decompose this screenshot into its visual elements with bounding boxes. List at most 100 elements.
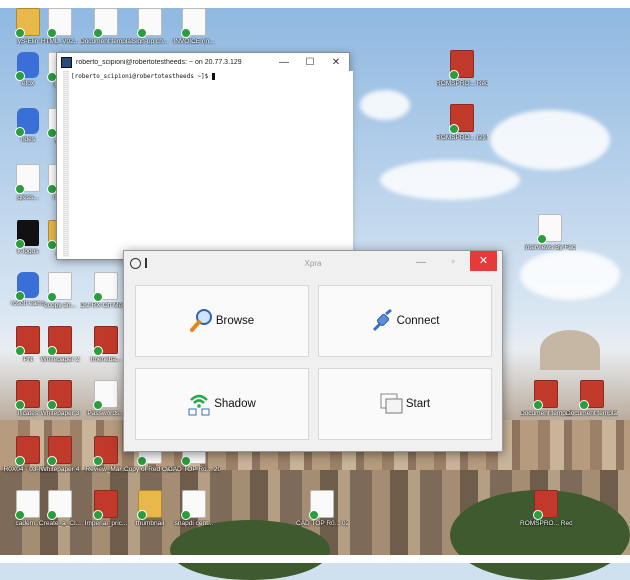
- sync-check-icon: [15, 510, 25, 520]
- sync-check-icon: [93, 28, 103, 38]
- desktop-icon[interactable]: CAD TOP R0... 02-Feb-23...: [296, 490, 348, 527]
- terminal-prompt: [roberto_scipioni@robertotestheeds ~]$: [71, 73, 212, 80]
- wallpaper-cloud: [380, 160, 520, 200]
- browse-button[interactable]: Browse: [135, 285, 309, 357]
- desktop-icon-label: Whitepaper 3: [40, 410, 80, 417]
- sync-check-icon: [15, 400, 25, 410]
- terminal-maximize-button[interactable]: ☐: [297, 57, 323, 68]
- terminal-titlebar[interactable]: roberto_scipioni@robertotestheeds: ~ on …: [57, 53, 349, 71]
- pdf-icon: [449, 104, 474, 134]
- pdf-icon: [93, 490, 118, 520]
- sync-check-icon: [181, 28, 191, 38]
- pdf-icon: [93, 436, 118, 466]
- desktop-icon-label: Interviews By Faculty: [524, 244, 576, 251]
- terminal-minimize-button[interactable]: —: [271, 57, 297, 68]
- terminal-app-icon: [61, 56, 72, 68]
- wallpaper-cloud: [360, 90, 410, 120]
- desktop-icon[interactable]: Whitepaper 2: [34, 326, 86, 363]
- sync-check-icon: [15, 71, 25, 81]
- sync-check-icon: [309, 510, 319, 520]
- desktop-icon[interactable]: Create_a_Cl...: [34, 490, 86, 527]
- xpra-close-button[interactable]: ✕: [470, 251, 497, 271]
- desktop-icon-label: CAD TOP R0... 02-Feb-23...: [296, 520, 348, 527]
- doc-icon: [47, 8, 72, 38]
- pdf-icon: [47, 380, 72, 410]
- desktop-icon[interactable]: ecopy an...: [34, 272, 86, 309]
- sync-check-icon: [47, 456, 57, 466]
- sync-check-icon: [449, 124, 459, 134]
- sync-check-icon: [15, 239, 25, 249]
- desktop-icon-label: CAD TOP Ro... 20-FEB-23...: [168, 466, 220, 473]
- pdf-icon: [449, 50, 474, 80]
- sync-check-icon: [47, 346, 57, 356]
- sync-check-icon: [181, 510, 191, 520]
- bottom-edge: [0, 555, 630, 563]
- terminal-body[interactable]: [roberto_scipioni@robertotestheeds ~]$: [63, 71, 353, 257]
- desktop-icon[interactable]: ROMSPRO... Red Oak M...: [520, 490, 572, 527]
- desktop-icon-label: ROMSPRO... (2) Mer Co...: [436, 134, 488, 141]
- sync-check-icon: [579, 400, 589, 410]
- doc-icon: [47, 272, 72, 302]
- doc-icon: [93, 380, 118, 410]
- sync-check-icon: [93, 456, 103, 466]
- terminal-close-button[interactable]: ✕: [323, 57, 349, 68]
- desktop-icon[interactable]: Whitepaper 3: [34, 380, 86, 417]
- sync-check-icon: [15, 291, 25, 301]
- sync-check-icon: [15, 184, 25, 194]
- wallpaper-trees: [170, 520, 330, 580]
- sync-check-icon: [15, 456, 25, 466]
- sync-check-icon: [93, 292, 103, 302]
- plug-icon: [371, 308, 393, 333]
- sync-check-icon: [15, 346, 25, 356]
- pdf-icon: [579, 380, 604, 410]
- pdf-icon: [533, 380, 558, 410]
- desktop-icon[interactable]: ROMSPRO... Red Oak M...: [436, 50, 488, 87]
- wallpaper-dome: [540, 330, 600, 370]
- desktop-icon[interactable]: HTML_V02...: [34, 8, 86, 45]
- connect-label: Connect: [396, 315, 440, 327]
- desktop-icon[interactable]: INVOICE (in...: [168, 8, 220, 45]
- desktop-icon[interactable]: Document template: [520, 380, 572, 417]
- windows-stack-icon: [380, 392, 403, 416]
- sync-check-icon: [47, 28, 57, 38]
- xpra-minimize-button[interactable]: —: [414, 257, 428, 268]
- doc-icon: [93, 8, 118, 38]
- terminal-window[interactable]: roberto_scipioni@robertotestheeds: ~ on …: [56, 52, 353, 260]
- connect-button[interactable]: Connect: [318, 285, 492, 357]
- sync-check-icon: [533, 400, 543, 410]
- desktop-icon-label: Whitepaper 2: [40, 356, 80, 363]
- desktop-icon[interactable]: Whitepaper 4: [34, 436, 86, 473]
- sync-check-icon: [181, 456, 191, 466]
- wallpaper-cloud: [490, 110, 610, 170]
- magnifier-icon: [189, 309, 212, 333]
- top-edge: [0, 0, 630, 8]
- desktop-icon[interactable]: Document template2: [566, 380, 618, 417]
- terminal-title: roberto_scipioni@robertotestheeds: ~ on …: [76, 58, 242, 66]
- xpra-maximize-button[interactable]: ▫: [446, 256, 460, 266]
- doc-icon: [181, 8, 206, 38]
- sync-check-icon: [137, 510, 147, 520]
- desktop-icon-label: snapdi cent...: [174, 520, 214, 527]
- doc-icon: [537, 214, 562, 244]
- doc-icon: [47, 490, 72, 520]
- terminal-scrollbar[interactable]: [63, 71, 69, 257]
- xpra-window[interactable]: Xpra — ▫ ✕ Browse Connect Shadow Start: [123, 250, 503, 452]
- shadow-label: Shadow: [214, 398, 256, 410]
- sync-check-icon: [93, 510, 103, 520]
- desktop-icon-label: Whitepaper 4: [40, 466, 80, 473]
- doc-icon: [93, 272, 118, 302]
- start-button[interactable]: Start: [318, 368, 492, 440]
- sync-check-icon: [93, 346, 103, 356]
- desktop-icon[interactable]: snapdi cent...: [168, 490, 220, 527]
- xpra-titlebar[interactable]: Xpra — ▫ ✕: [124, 251, 502, 275]
- sync-check-icon: [449, 70, 459, 80]
- sync-check-icon: [15, 28, 25, 38]
- desktop-icon[interactable]: Interviews By Faculty: [524, 214, 576, 251]
- sync-check-icon: [15, 127, 25, 137]
- shadow-button[interactable]: Shadow: [135, 368, 309, 440]
- pdf-icon: [533, 490, 558, 520]
- desktop-icon-label: Create_a_Cl...: [39, 520, 81, 527]
- terminal-prompt-line: [roberto_scipioni@robertotestheeds ~]$: [69, 71, 353, 82]
- desktop-icon[interactable]: ROMSPRO... (2) Mer Co...: [436, 104, 488, 141]
- sync-check-icon: [93, 400, 103, 410]
